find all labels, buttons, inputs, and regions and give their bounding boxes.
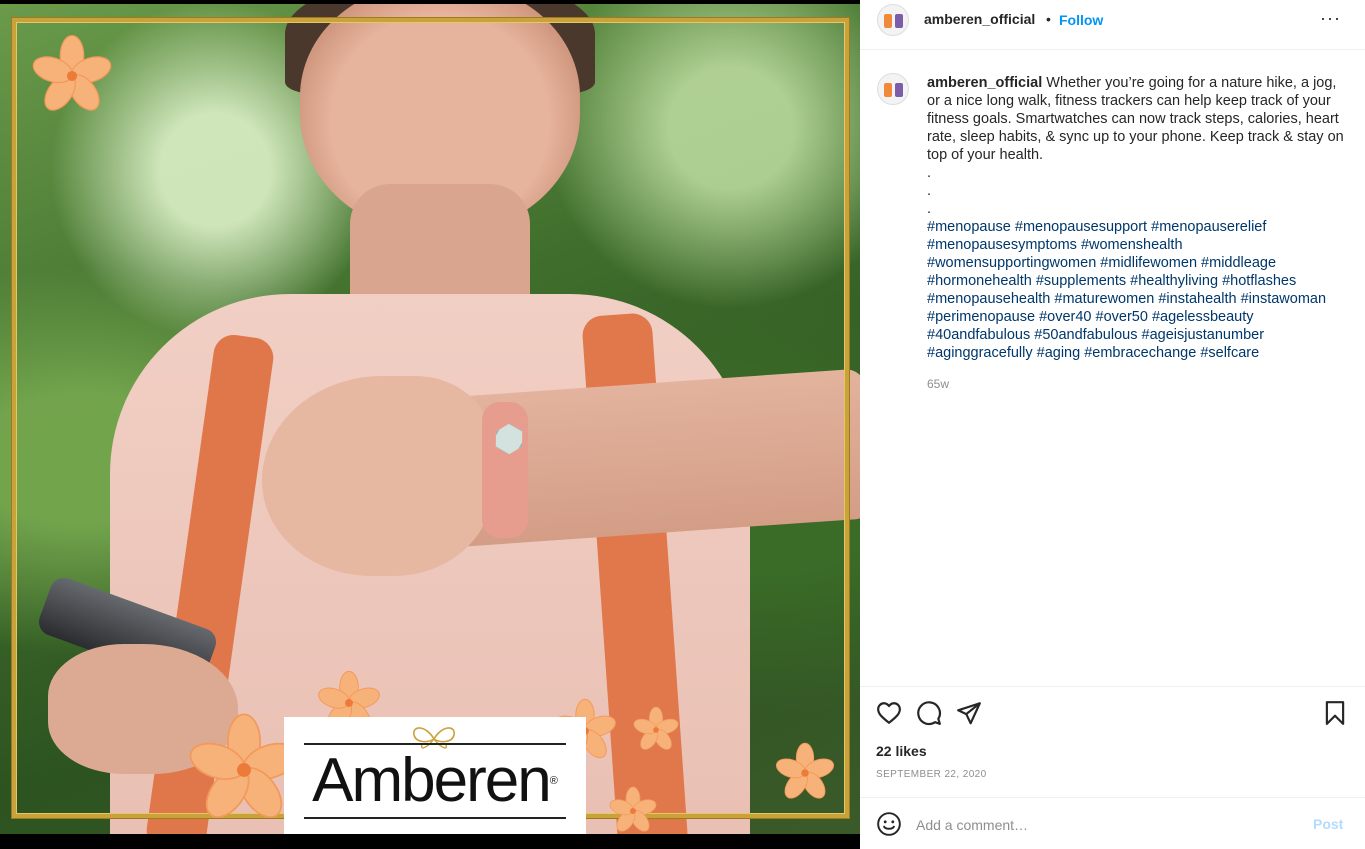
logo-rule-top [304,743,566,745]
hashtag[interactable]: #over50 [1096,309,1148,325]
hashtag[interactable]: #hormonehealth [927,273,1032,289]
hashtag[interactable]: #perimenopause [927,309,1035,325]
hashtag-list: #menopause #menopausesupport #menopauser… [927,218,1352,362]
post-sidebar: amberen_official • Follow ··· amberen_of… [860,0,1365,849]
flower-icon [32,35,112,111]
separator-dot: • [1046,11,1051,27]
hashtag[interactable]: #menopause [927,219,1011,235]
product-bottle-icon [895,83,903,97]
instagram-post-modal: Amberen® amberen_official • Follow ··· a… [0,0,1365,849]
hashtag[interactable]: #menopauserelief [1151,219,1266,235]
post-image[interactable]: Amberen® [0,0,860,849]
hashtag[interactable]: #40andfabulous [927,327,1030,343]
flower-icon [775,742,835,799]
more-options-icon[interactable]: ··· [1320,8,1341,29]
hashtag[interactable]: #embracechange [1084,345,1196,361]
comment-input[interactable] [916,814,1296,836]
hashtag[interactable]: #hotflashes [1222,273,1296,289]
heart-icon[interactable] [876,700,902,726]
hashtag[interactable]: #50andfabulous [1034,327,1137,343]
hashtag[interactable]: #maturewomen [1054,291,1154,307]
caption-username[interactable]: amberen_official [927,75,1042,91]
hashtag[interactable]: #ageisjustanumber [1142,327,1265,343]
comment-bar: Post [860,797,1365,849]
caption-avatar[interactable] [877,73,909,105]
amberen-logo: Amberen® [284,717,586,834]
paper-plane-icon[interactable] [956,700,982,726]
product-bottle-icon [884,83,892,97]
caption-dots: . . . [927,164,1352,218]
dot-line: . [927,165,932,181]
caption: amberen_official Whether you’re going fo… [927,74,1352,362]
hashtag[interactable]: #selfcare [1200,345,1259,361]
hashtag[interactable]: #menopausesymptoms [927,237,1077,253]
header-username[interactable]: amberen_official [924,11,1035,27]
caption-body: amberen_official Whether you’re going fo… [927,74,1352,164]
product-bottle-icon [884,14,892,28]
product-bottle-icon [895,14,903,28]
time-ago[interactable]: 65w [927,377,949,391]
hashtag[interactable]: #aginggracefully [927,345,1033,361]
hashtag[interactable]: #healthyliving [1130,273,1218,289]
dot-line: . [927,183,932,199]
hashtag[interactable]: #womensupportingwomen [927,255,1096,271]
hashtag[interactable]: #supplements [1036,273,1126,289]
hashtag[interactable]: #aging [1037,345,1081,361]
hashtag[interactable]: #menopausehealth [927,291,1050,307]
logo-wordmark: Amberen® [312,746,558,815]
comment-icon[interactable] [916,700,942,726]
hashtag[interactable]: #menopausesupport [1015,219,1147,235]
follow-button[interactable]: Follow [1059,12,1103,28]
hashtag[interactable]: #agelessbeauty [1152,309,1254,325]
bookmark-icon[interactable] [1322,700,1348,726]
hashtag[interactable]: #instahealth [1158,291,1236,307]
gold-frame [12,18,849,818]
hashtag[interactable]: #over40 [1039,309,1091,325]
action-bar: 22 likes SEPTEMBER 22, 2020 [860,686,1365,796]
post-header: amberen_official • Follow ··· [860,0,1365,50]
hashtag[interactable]: #midlifewomen [1100,255,1197,271]
logo-rule-bottom [304,817,566,819]
hashtag[interactable]: #womenshealth [1081,237,1183,253]
flower-icon [633,706,679,750]
avatar[interactable] [877,4,909,36]
post-date: SEPTEMBER 22, 2020 [876,769,987,780]
post-comment-button[interactable]: Post [1313,816,1343,832]
dot-line: . [927,201,932,217]
flower-icon [609,786,657,832]
like-count[interactable]: 22 likes [876,743,927,759]
hashtag[interactable]: #middleage [1201,255,1276,271]
registered-mark: ® [549,775,558,787]
smiley-icon[interactable] [876,811,902,837]
hashtag[interactable]: #instawoman [1241,291,1326,307]
